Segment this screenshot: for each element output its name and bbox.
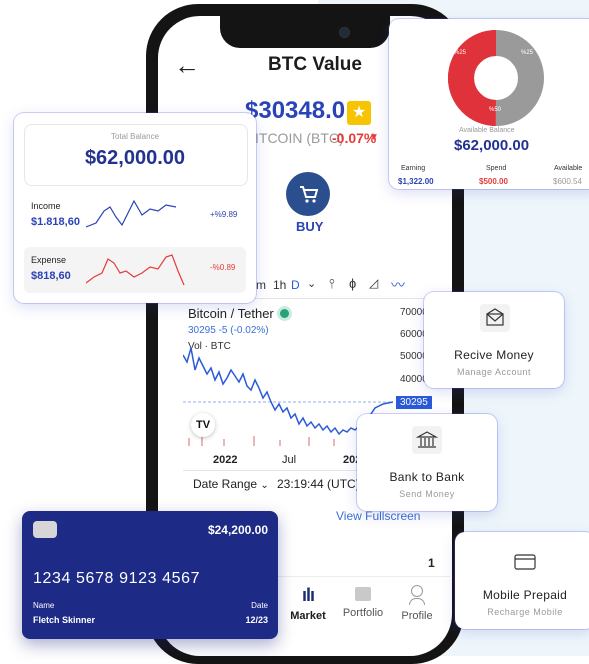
available-balance-amount: $62,000.00 bbox=[454, 137, 530, 154]
volume-bars bbox=[188, 435, 385, 446]
donut-legend-label: %50 bbox=[489, 107, 502, 113]
mobile-prepaid-subtitle: Recharge Mobile bbox=[487, 607, 563, 617]
current-price-tag: 30295 bbox=[396, 396, 432, 409]
buy-button[interactable] bbox=[286, 172, 330, 216]
x-axis-label: Jul bbox=[282, 454, 297, 466]
card-icon bbox=[510, 549, 540, 575]
bank-to-bank-subtitle: Send Money bbox=[399, 489, 455, 499]
available-label: Available bbox=[554, 165, 583, 172]
interval-1h[interactable]: 1h bbox=[273, 278, 286, 292]
receive-money-subtitle: Manage Account bbox=[456, 367, 532, 377]
nav-label-profile: Profile bbox=[401, 610, 433, 622]
nav-label-market: Market bbox=[290, 610, 326, 622]
interval-d[interactable]: D bbox=[291, 278, 300, 292]
card-amount: $24,200.00 bbox=[207, 523, 268, 537]
mobile-prepaid-card[interactable]: Mobile Prepaid Recharge Mobile bbox=[455, 532, 589, 629]
indicators-icon[interactable]: ɸ bbox=[349, 276, 356, 291]
balance-donut-chart bbox=[448, 30, 544, 126]
x-axis-label: 2022 bbox=[213, 454, 238, 466]
chevron-down-icon: ⌄ bbox=[260, 480, 269, 491]
interval-m[interactable]: m bbox=[256, 278, 266, 292]
chart-toolbar: m 1h D ⌄ ⫯ ɸ ◿ 〰 bbox=[256, 275, 436, 297]
spend-value: $500.00 bbox=[479, 177, 508, 186]
donut-legend-label: %25 bbox=[521, 50, 534, 56]
bar-chart-icon: ılı bbox=[301, 585, 315, 605]
credit-card[interactable]: $24,200.00 1234 5678 9123 4567 Name Flet… bbox=[22, 511, 278, 639]
page-number: 1 bbox=[428, 556, 435, 570]
date-range-dropdown[interactable]: Date Range ⌄ bbox=[193, 477, 269, 491]
expense-label: Expense bbox=[31, 255, 67, 265]
card-chip-icon bbox=[33, 521, 57, 538]
cart-icon bbox=[300, 186, 319, 203]
chart-time: 23:19:44 (UTC) bbox=[277, 477, 360, 491]
candles-icon[interactable]: ⫯ bbox=[329, 276, 335, 292]
available-value: $600.54 bbox=[553, 177, 582, 186]
star-icon[interactable]: ★ bbox=[347, 101, 371, 125]
down-caret-icon: ▼ bbox=[369, 132, 379, 143]
bank-icon bbox=[412, 426, 442, 454]
tradingview-logo-icon: TV bbox=[191, 413, 215, 437]
expense-value: $818,60 bbox=[31, 270, 71, 282]
nav-divider bbox=[270, 576, 450, 577]
nav-label-portfolio: Portfolio bbox=[342, 607, 384, 619]
mobile-prepaid-title: Mobile Prepaid bbox=[482, 588, 568, 602]
earning-value: $1,322.00 bbox=[398, 177, 434, 186]
card-number: 1234 5678 9123 4567 bbox=[33, 570, 201, 587]
date-range-label: Date Range bbox=[193, 477, 258, 491]
briefcase-icon bbox=[355, 587, 371, 601]
user-icon bbox=[411, 585, 423, 597]
income-percent: +%9.89 bbox=[210, 210, 238, 219]
area-chart-icon[interactable]: ◿ bbox=[369, 276, 378, 290]
user-body-icon bbox=[409, 598, 425, 605]
income-label: Income bbox=[31, 201, 61, 211]
income-sparkline bbox=[86, 199, 177, 228]
receive-money-card[interactable]: Recive Money Manage Account bbox=[424, 292, 564, 388]
back-arrow-icon[interactable]: ← bbox=[174, 52, 200, 78]
total-balance-amount: $62,000.00 bbox=[84, 147, 186, 169]
balance-card: Total Balance $62,000.00 Income $1.818,6… bbox=[14, 113, 256, 303]
earning-label: Earning bbox=[401, 165, 426, 172]
card-date-label: Date bbox=[251, 601, 268, 610]
ticker-label: ITCOIN (BTC) bbox=[255, 130, 344, 146]
card-name-label: Name bbox=[33, 601, 55, 610]
card-holder-name: Fletch Skinner bbox=[33, 615, 96, 625]
line-style-icon[interactable]: 〰 bbox=[391, 275, 405, 295]
camera-icon bbox=[339, 27, 350, 38]
phone-notch bbox=[220, 14, 390, 48]
btc-price: $30348.0 bbox=[245, 97, 346, 124]
spend-label: Spend bbox=[486, 165, 507, 172]
bank-to-bank-title: Bank to Bank bbox=[389, 470, 465, 484]
expense-sparkline bbox=[86, 254, 185, 286]
card-expiry-date: 12/23 bbox=[245, 615, 268, 625]
nav-item-profile[interactable]: Profile bbox=[399, 585, 435, 622]
nav-item-portfolio[interactable]: Portfolio bbox=[340, 585, 386, 619]
envelope-icon bbox=[480, 304, 510, 332]
available-balance-label: Available Balance bbox=[459, 127, 515, 134]
bank-to-bank-card[interactable]: Bank to Bank Send Money bbox=[357, 414, 497, 511]
income-value: $1.818,60 bbox=[31, 216, 80, 228]
receive-money-title: Recive Money bbox=[454, 348, 534, 362]
donut-legend-label: %25 bbox=[454, 50, 467, 56]
expense-percent: -%0.89 bbox=[210, 263, 236, 272]
nav-item-market[interactable]: ılı Market bbox=[288, 585, 328, 622]
view-fullscreen-link[interactable]: View Fullscreen bbox=[336, 509, 420, 523]
buy-label: BUY bbox=[296, 219, 324, 234]
available-balance-card: %25 %25 %50 Available Balance $62,000.00… bbox=[389, 19, 589, 189]
chevron-down-icon[interactable]: ⌄ bbox=[307, 277, 316, 290]
page-title: BTC Value bbox=[268, 54, 362, 75]
total-balance-label: Total Balance bbox=[110, 132, 160, 141]
